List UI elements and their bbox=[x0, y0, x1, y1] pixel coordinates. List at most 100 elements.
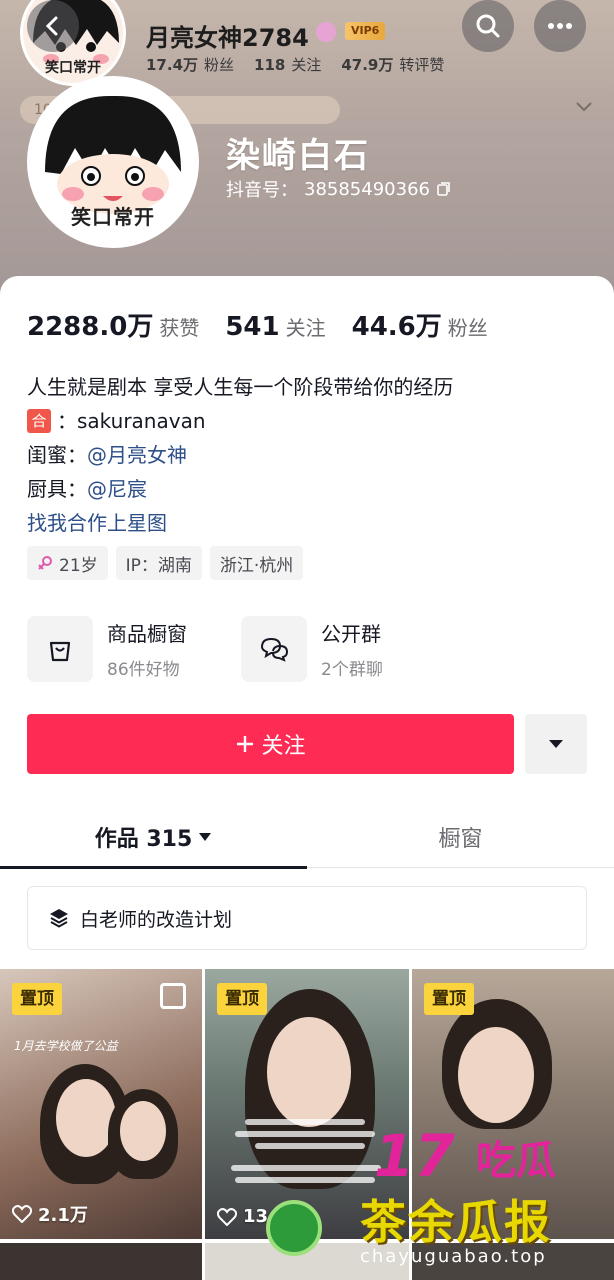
stat-followers[interactable]: 44.6万 粉丝 bbox=[352, 306, 488, 343]
age-tag-text: 21岁 bbox=[59, 555, 98, 576]
bio-contact: ：sakuranavan bbox=[57, 409, 206, 433]
shop-window-subtitle: 86件好物 bbox=[107, 660, 180, 680]
bio-cook-label: 厨具： bbox=[27, 477, 87, 501]
multi-image-icon bbox=[160, 983, 186, 1009]
collection-banner[interactable]: 白老师的改造计划 bbox=[27, 886, 587, 950]
bio-line-cooperation: 合 ：sakuranavan bbox=[27, 404, 453, 438]
bio-bestie-label: 闺蜜： bbox=[27, 443, 87, 467]
public-group-subtitle: 2个群聊 bbox=[321, 660, 383, 680]
follow-button[interactable]: 关注 bbox=[27, 714, 514, 774]
profile-header-background: 笑口常开 月亮女神2784 VIP6 17.4万 粉丝 118 关注 47.9万 转评… bbox=[0, 0, 614, 300]
caption-overlay bbox=[245, 1119, 365, 1125]
back-button[interactable] bbox=[27, 0, 79, 52]
cooperation-link[interactable]: 找我合作上星图 bbox=[27, 506, 453, 540]
profile-avatar[interactable]: 笑口常开 bbox=[27, 76, 199, 248]
pinned-badge: 置顶 bbox=[12, 983, 62, 1015]
mini-avatar-caption: 笑口常开 bbox=[45, 60, 101, 76]
video-thumbnail[interactable] bbox=[0, 1243, 202, 1280]
recommend-dropdown-button[interactable] bbox=[525, 714, 587, 774]
layers-icon bbox=[50, 909, 68, 928]
stat-likes-number: 2288.0万 bbox=[27, 312, 154, 342]
ip-tag: IP：湖南 bbox=[115, 546, 202, 580]
age-tag: 21岁 bbox=[27, 546, 108, 580]
tab-works[interactable]: 作品 315 bbox=[0, 806, 307, 868]
bestie-mention-link[interactable]: @月亮女神 bbox=[87, 438, 187, 472]
watermark-top-text: 吃瓜 bbox=[476, 1138, 556, 1184]
pink-badge-icon bbox=[316, 22, 336, 42]
shortcut-icon-box bbox=[27, 616, 93, 682]
shortcut-text: 商品橱窗 86件好物 bbox=[107, 618, 187, 680]
stat-likes[interactable]: 2288.0万 获赞 bbox=[27, 306, 199, 343]
tab-window[interactable]: 橱窗 bbox=[307, 806, 614, 868]
caption-overlay bbox=[255, 1143, 365, 1149]
back-arrow-icon bbox=[45, 16, 58, 36]
vip-badge: VIP6 bbox=[345, 22, 386, 40]
pinned-badge: 置顶 bbox=[217, 983, 267, 1015]
plus-icon bbox=[237, 736, 254, 752]
profile-bio: 人生就是剧本 享受人生每一个阶段带给你的经历 合 ：sakuranavan 闺蜜… bbox=[27, 370, 453, 540]
caption-overlay bbox=[235, 1177, 375, 1183]
like-count-value: 13 bbox=[243, 1206, 269, 1227]
public-group-title: 公开群 bbox=[321, 622, 381, 646]
watermark-number: 17 bbox=[374, 1122, 455, 1190]
person-face bbox=[458, 1027, 534, 1123]
top-bar-stats: 17.4万 粉丝 118 关注 47.9万 转评赞 bbox=[146, 54, 444, 75]
stat-followers-number: 44.6万 bbox=[351, 312, 442, 342]
tab-window-label: 橱窗 bbox=[438, 827, 483, 852]
follow-button-label: 关注 bbox=[261, 734, 306, 759]
stat-following[interactable]: 541 关注 bbox=[225, 312, 325, 342]
like-count: 2.1万 bbox=[12, 1201, 88, 1227]
active-tab-indicator bbox=[0, 866, 307, 869]
stat-likes-label: 获赞 bbox=[159, 316, 200, 340]
cook-mention-link[interactable]: @尼宸 bbox=[87, 472, 147, 506]
site-watermark: 17 吃瓜 茶余瓜报 chayuguabao.top bbox=[360, 1122, 614, 1280]
person-face bbox=[267, 1017, 351, 1127]
bio-line-cook: 厨具： @尼宸 bbox=[27, 472, 453, 506]
like-count: 13 bbox=[217, 1206, 268, 1227]
caption-overlay bbox=[231, 1165, 381, 1171]
caption-overlay bbox=[235, 1131, 375, 1137]
profile-tags: 21岁 IP：湖南 浙江·杭州 bbox=[27, 546, 304, 580]
avatar-caption: 笑口常开 bbox=[71, 205, 155, 229]
female-icon bbox=[38, 556, 52, 570]
shopping-bag-icon bbox=[49, 641, 71, 662]
more-dots-icon bbox=[548, 23, 572, 29]
top-bar-name: 月亮女神2784 bbox=[146, 24, 309, 52]
shortcut-text: 公开群 2个群聊 bbox=[321, 618, 383, 680]
video-thumbnail[interactable]: 1月去学校做了公益 置顶 2.1万 bbox=[0, 969, 202, 1239]
watermark-url: chayuguabao.top bbox=[360, 1246, 547, 1267]
profile-tabs: 作品 315 橱窗 bbox=[0, 806, 614, 869]
he-badge: 合 bbox=[27, 409, 51, 433]
location-tag: 浙江·杭州 bbox=[209, 546, 304, 580]
collection-title: 白老师的改造计划 bbox=[80, 908, 233, 931]
stat-following-number: 541 bbox=[225, 312, 280, 342]
chevron-down-icon[interactable] bbox=[574, 100, 594, 114]
person-face bbox=[56, 1079, 116, 1157]
bio-line: 人生就是剧本 享受人生每一个阶段带给你的经历 bbox=[27, 375, 454, 399]
shortcut-icon-box bbox=[241, 616, 307, 682]
top-stat-following: 118 关注 bbox=[254, 56, 322, 74]
shop-window-title: 商品橱窗 bbox=[107, 622, 187, 646]
stat-followers-label: 粉丝 bbox=[447, 316, 488, 340]
chat-bubbles-icon bbox=[260, 637, 289, 662]
triangle-down-icon bbox=[549, 740, 563, 748]
like-count-value: 2.1万 bbox=[38, 1205, 88, 1226]
top-stat-interactions: 47.9万 转评赞 bbox=[341, 56, 445, 74]
stat-following-label: 关注 bbox=[285, 316, 326, 340]
more-button[interactable] bbox=[534, 0, 586, 52]
bio-line-bestie: 闺蜜： @月亮女神 bbox=[27, 438, 453, 472]
pinned-badge: 置顶 bbox=[424, 983, 474, 1015]
watermark-main-text: 茶余瓜报 bbox=[360, 1195, 552, 1249]
search-button[interactable] bbox=[462, 0, 514, 52]
public-group-shortcut[interactable]: 公开群 2个群聊 bbox=[241, 616, 383, 682]
heart-icon bbox=[12, 1205, 32, 1223]
douyin-id[interactable]: 抖音号： 38585490366 bbox=[226, 176, 452, 202]
caret-down-icon bbox=[199, 833, 212, 841]
douyin-id-label: 抖音号： bbox=[226, 180, 298, 201]
copy-icon[interactable] bbox=[436, 181, 452, 197]
watermelon-logo-icon bbox=[266, 1200, 322, 1256]
profile-shortcuts: 商品橱窗 86件好物 公开群 2个群聊 bbox=[27, 616, 383, 682]
search-icon bbox=[476, 14, 500, 38]
profile-stats: 2288.0万 获赞 541 关注 44.6万 粉丝 bbox=[27, 306, 488, 343]
shop-window-shortcut[interactable]: 商品橱窗 86件好物 bbox=[27, 616, 187, 682]
